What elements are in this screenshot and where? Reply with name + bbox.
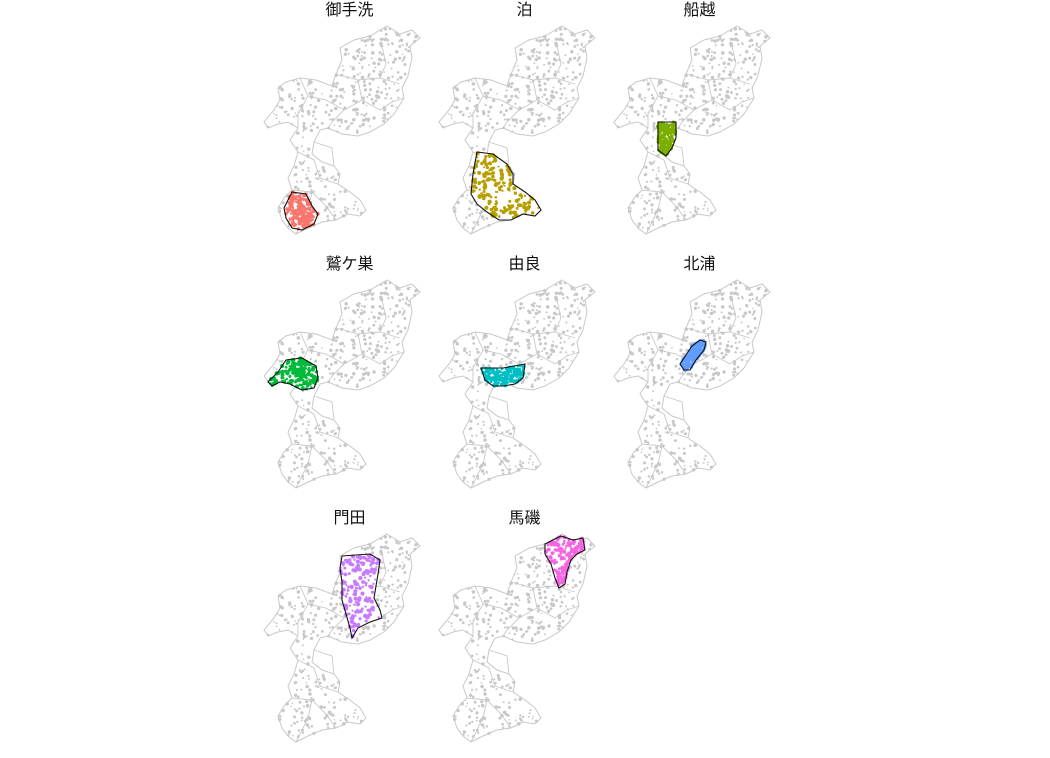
panel-title: 鷲ケ巣 [325, 254, 374, 273]
island-outline [613, 279, 771, 489]
island-map [438, 25, 596, 235]
map-panel-6: 北浦 [612, 254, 787, 504]
island-map [263, 279, 421, 489]
map-panel-1: 御手洗 [262, 0, 437, 250]
map-panel-8: 馬磯 [437, 508, 612, 758]
panel-title: 馬磯 [508, 508, 541, 527]
panel-title: 船越 [683, 0, 716, 19]
island-outline [438, 279, 596, 489]
island-map [613, 25, 771, 235]
map-panel-2: 泊 [437, 0, 612, 250]
island-map [263, 533, 421, 743]
island-outline [613, 25, 771, 235]
island-map [438, 533, 596, 743]
panel-title: 泊 [516, 0, 533, 19]
map-panel-3: 船越 [612, 0, 787, 250]
island-map [438, 279, 596, 489]
panel-title: 門田 [333, 508, 366, 527]
small-multiple-maps: { "panels": [ {"title": "御手洗", "highligh… [0, 0, 1050, 750]
panel-title: 御手洗 [325, 0, 374, 19]
island-map [263, 25, 421, 235]
island-outline [438, 533, 596, 743]
map-panel-7: 門田 [262, 508, 437, 758]
panel-title: 北浦 [683, 254, 716, 273]
island-map [613, 279, 771, 489]
panel-title: 由良 [508, 254, 541, 273]
map-panel-4: 鷲ケ巣 [262, 254, 437, 504]
map-panel-5: 由良 [437, 254, 612, 504]
